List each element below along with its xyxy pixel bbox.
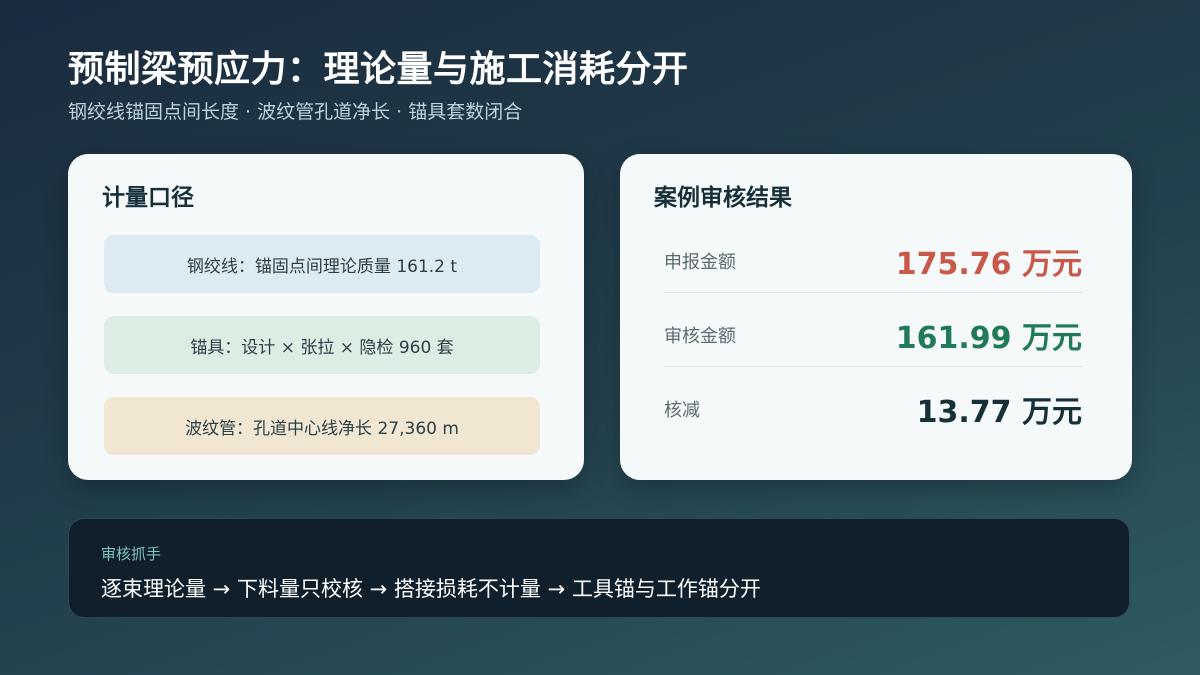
audit-result-card: 案例审核结果 申报金额 175.76 万元 审核金额 161.99 万元 核减 …	[620, 154, 1132, 480]
audit-card-title: 案例审核结果	[654, 185, 792, 211]
audit-row-label: 审核金额	[664, 326, 736, 347]
audit-tips-label: 审核抓手	[101, 545, 162, 563]
audit-row-declared: 申报金额 175.76 万元	[664, 230, 1082, 293]
measurement-item-strand: 钢绞线：锚固点间理论质量 161.2 t	[104, 235, 540, 293]
measurement-item-anchor: 锚具：设计 × 张拉 × 隐检 960 套	[104, 316, 540, 374]
measurement-item-duct: 波纹管：孔道中心线净长 27,360 m	[104, 397, 540, 455]
page-subtitle: 钢绞线锚固点间长度 · 波纹管孔道净长 · 锚具套数闭合	[68, 101, 523, 123]
audit-tips-text: 逐束理论量 → 下料量只校核 → 搭接损耗不计量 → 工具锚与工作锚分开	[101, 577, 761, 601]
audit-row-label: 核减	[664, 400, 700, 421]
audit-row-approved: 审核金额 161.99 万元	[664, 304, 1082, 367]
approved-amount: 161.99 万元	[895, 321, 1082, 356]
reduction-amount: 13.77 万元	[916, 395, 1082, 430]
declared-amount: 175.76 万元	[895, 247, 1082, 282]
page-title: 预制梁预应力：理论量与施工消耗分开	[68, 49, 689, 90]
audit-row-reduction: 核减 13.77 万元	[664, 378, 1082, 440]
audit-tips-panel: 审核抓手 逐束理论量 → 下料量只校核 → 搭接损耗不计量 → 工具锚与工作锚分…	[68, 518, 1130, 618]
measurement-card-title: 计量口径	[102, 185, 194, 211]
audit-row-label: 申报金额	[664, 252, 736, 273]
measurement-card: 计量口径 钢绞线：锚固点间理论质量 161.2 t 锚具：设计 × 张拉 × 隐…	[68, 154, 584, 480]
